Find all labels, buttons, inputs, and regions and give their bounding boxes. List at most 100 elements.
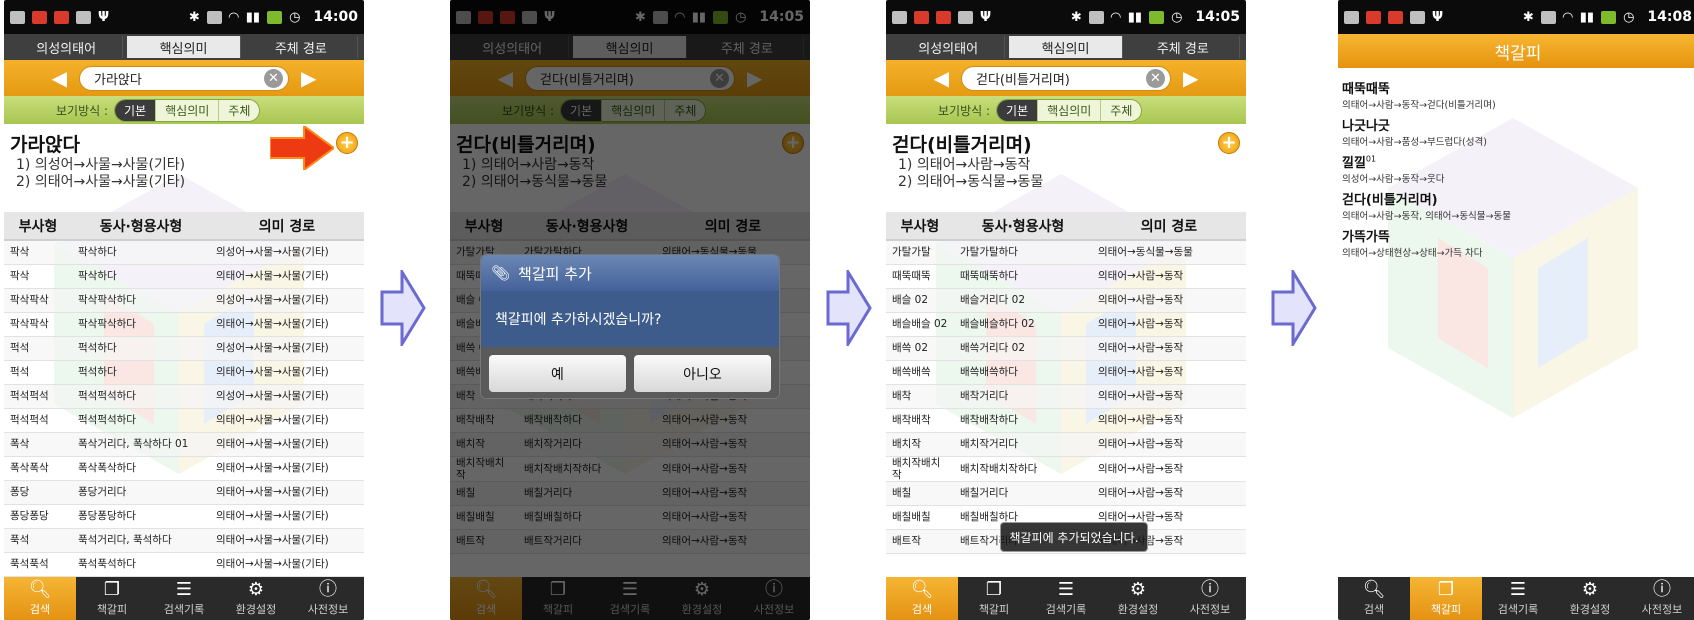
search-input[interactable]: 걷다(비틀거리며)✕ <box>961 65 1171 91</box>
table-row[interactable]: 배칠배칠거리다의태어→사람→동작 <box>886 481 1246 506</box>
view-mode-segment: 기본핵심의미주체 <box>996 98 1143 122</box>
view-option-basic[interactable]: 기본 <box>115 99 157 121</box>
verb-cell: 팍삭하다 <box>72 264 210 289</box>
nav-history[interactable]: ☰ 검색기록 <box>1030 577 1102 620</box>
nav-search[interactable]: 🔍︎ 검색 <box>886 577 958 620</box>
table-row[interactable]: 배쓱 02배쓱거리다 02의태어→사람→동작 <box>886 336 1246 361</box>
table-row[interactable]: 배슬 02배슬거리다 02의태어→사람→동작 <box>886 288 1246 313</box>
adverb-cell: 팍삭 <box>4 240 72 265</box>
notification-icons: Ψ <box>1344 10 1443 25</box>
vibrate-icon <box>1088 10 1104 24</box>
nav-info[interactable]: ⓘ 사전정보 <box>1626 577 1694 620</box>
verb-cell: 폭삭폭삭하다 <box>72 456 210 481</box>
search-input-value[interactable]: 가라앉다 <box>94 69 264 88</box>
path-cell: 의태어→사람→동작 <box>1092 264 1246 289</box>
table-row[interactable]: 퐁당퐁당 퐁당퐁당하다 의태어→사물→사물(기타) <box>4 504 364 529</box>
bookmark-word[interactable]: 나긋나긋 <box>1342 115 1694 134</box>
path-cell: 의태어→사물→사물(기타) <box>210 552 364 577</box>
table-row[interactable]: 폭삭 폭삭거리다, 폭삭하다 01 의태어→사물→사물(기타) <box>4 432 364 457</box>
table-row[interactable]: 배착배착거리다의태어→사람→동작 <box>886 384 1246 409</box>
view-option-subject[interactable]: 주체 <box>1101 100 1141 121</box>
nav-label: 사전정보 <box>307 602 349 616</box>
table-row[interactable]: 푹석 푹석거리다, 푹석하다 의태어→사물→사물(기타) <box>4 528 364 553</box>
table-row[interactable]: 배치작배치작배치작배치작하다의태어→사람→동작 <box>886 456 1246 482</box>
nav-history[interactable]: ☰ 검색기록 <box>1482 577 1554 620</box>
table-row[interactable]: 때뚝때뚝때뚝때뚝하다의태어→사람→동작 <box>886 264 1246 289</box>
bookmark-path: 의태어→사람→동작, 의태어→동식물→동물 <box>1342 211 1511 222</box>
table-row[interactable]: 팍삭 팍삭하다 의성어→사물→사물(기타) <box>4 240 364 265</box>
verb-cell: 퍽석하다 <box>72 360 210 385</box>
view-option-subject[interactable]: 주체 <box>219 100 259 121</box>
verb-cell: 배착배착하다 <box>954 408 1092 433</box>
table-row[interactable]: 팍삭 팍삭하다 의태어→사물→사물(기타) <box>4 264 364 289</box>
tab-onomatopoeia[interactable]: 의성의태어 <box>10 36 124 58</box>
nav-info[interactable]: ⓘ 사전정보 <box>1174 577 1246 620</box>
adverb-cell: 배칠배칠 <box>886 505 954 530</box>
nav-bookmark[interactable]: ❐ 책갈피 <box>958 577 1030 620</box>
tab-subject-path[interactable]: 주체 경로 <box>245 36 358 58</box>
table-row[interactable]: 팍삭팍삭 팍삭팍삭하다 의성어→사물→사물(기타) <box>4 288 364 313</box>
mail-icon <box>1344 10 1359 24</box>
adverb-cell: 배쓱 02 <box>886 336 954 361</box>
prev-arrow-icon[interactable]: ◀ <box>934 68 949 88</box>
table-row[interactable]: 퍽석 퍽석하다 의성어→사물→사물(기타) <box>4 336 364 361</box>
gear-icon: ⚙ <box>1581 578 1599 600</box>
tab-onomatopoeia[interactable]: 의성의태어 <box>892 36 1006 58</box>
path-cell: 의태어→사물→사물(기타) <box>210 408 364 433</box>
add-bookmark-button[interactable]: + <box>336 132 358 154</box>
nav-label: 환경설정 <box>235 602 277 616</box>
table-row[interactable]: 배치작배치작거리다의태어→사람→동작 <box>886 432 1246 457</box>
verb-cell: 배착거리다 <box>954 384 1092 409</box>
tab-core-meaning[interactable]: 핵심의미 <box>127 36 241 58</box>
table-row[interactable]: 배슬배슬 02배슬배슬하다 02의태어→사람→동작 <box>886 312 1246 337</box>
nav-gear[interactable]: ⚙ 환경설정 <box>1102 577 1174 620</box>
view-option-core[interactable]: 핵심의미 <box>156 99 220 121</box>
table-row[interactable]: 배착배착배착배착하다의태어→사람→동작 <box>886 408 1246 433</box>
nav-gear[interactable]: ⚙ 환경설정 <box>220 577 292 620</box>
sd-card-icon <box>76 10 91 24</box>
nav-gear[interactable]: ⚙ 환경설정 <box>1554 577 1626 620</box>
phone-screen-3: Ψ ✱ ◠ ▮▮ ◷ 14:05 의성의태어 핵심의미 주체 경로 ◀ 걷다(비틀거리며) ✕ ▶ 보기방… <box>886 0 1246 620</box>
table-row[interactable]: 폭삭폭삭 폭삭폭삭하다 의태어→사물→사물(기타) <box>4 456 364 481</box>
table-row[interactable]: 푹석푹석 푹석푹석하다 의태어→사물→사물(기타) <box>4 552 364 577</box>
nav-search[interactable]: 🔍︎ 검색 <box>1338 577 1410 620</box>
nav-bookmark[interactable]: ❐ 책갈피 <box>76 577 148 620</box>
table-row[interactable]: 가탈가탈가탈가탈하다의태어→동식물→동물 <box>886 240 1246 265</box>
table-row[interactable]: 퐁당 퐁당거리다 의태어→사물→사물(기타) <box>4 480 364 505</box>
nav-search[interactable]: 🔍︎ 검색 <box>4 577 76 620</box>
next-arrow-icon[interactable]: ▶ <box>301 68 316 88</box>
no-button[interactable]: 아니오 <box>634 355 771 392</box>
bookmark-word[interactable]: 가뜩가뜩 <box>1342 226 1694 245</box>
view-option-core[interactable]: 핵심의미 <box>1038 99 1102 121</box>
history-icon: ☰ <box>1057 578 1075 600</box>
signal-icon: ▮▮ <box>1579 9 1595 25</box>
stage: Ψ ✱ ◠ ▮▮ ◷ 14:00 의성의태어 핵심의미 주체 경로 ◀ 가라앉다 ✕ ▶ 보기방식 : 기본… <box>0 0 1694 620</box>
next-arrow-icon[interactable]: ▶ <box>1183 68 1198 88</box>
table-row[interactable]: 팍삭팍삭 팍삭팍삭하다 의태어→사물→사물(기타) <box>4 312 364 337</box>
yes-button[interactable]: 예 <box>489 355 626 392</box>
bookmark-word[interactable]: 걷다(비틀거리며) <box>1342 189 1694 208</box>
content-area: 걷다(비틀거리며)1) 의태어→사람→동작2) 의태어→동식물→동물 + 부사형동사… <box>886 124 1246 577</box>
adverb-cell: 퍽석 <box>4 360 72 385</box>
table-row[interactable]: 퍽석 퍽석하다 의태어→사물→사물(기타) <box>4 360 364 385</box>
view-option-basic[interactable]: 기본 <box>997 99 1039 121</box>
clear-icon[interactable]: ✕ <box>1146 68 1165 88</box>
step-arrow-icon <box>380 270 426 346</box>
add-bookmark-button[interactable]: + <box>1218 132 1240 154</box>
bookmark-word[interactable]: 때뚝때뚝 <box>1342 78 1694 97</box>
search-input[interactable]: 가라앉다 ✕ <box>79 65 289 91</box>
nav-info[interactable]: ⓘ 사전정보 <box>292 577 364 620</box>
nav-history[interactable]: ☰ 검색기록 <box>148 577 220 620</box>
clear-icon[interactable]: ✕ <box>264 68 283 88</box>
tab-subject-path[interactable]: 주체 경로 <box>1127 36 1240 58</box>
bookmark-word[interactable]: 낄낄01 <box>1342 152 1694 171</box>
verb-cell: 퍽석하다 <box>72 336 210 361</box>
prev-arrow-icon[interactable]: ◀ <box>52 68 67 88</box>
table-row[interactable]: 퍽석퍽석 퍽석퍽석하다 의태어→사물→사물(기타) <box>4 408 364 433</box>
search-input-value[interactable]: 걷다(비틀거리며) <box>976 69 1146 88</box>
view-mode-bar: 보기방식 : 기본핵심의미주체 <box>4 96 364 124</box>
tab-core-meaning[interactable]: 핵심의미 <box>1009 36 1123 58</box>
nav-bookmark[interactable]: ❐ 책갈피 <box>1410 577 1482 620</box>
table-row[interactable]: 배쓱배쓱배쓱배쓱하다의태어→사람→동작 <box>886 360 1246 385</box>
table-row[interactable]: 퍽석퍽석 퍽석퍽석하다 의성어→사물→사물(기타) <box>4 384 364 409</box>
